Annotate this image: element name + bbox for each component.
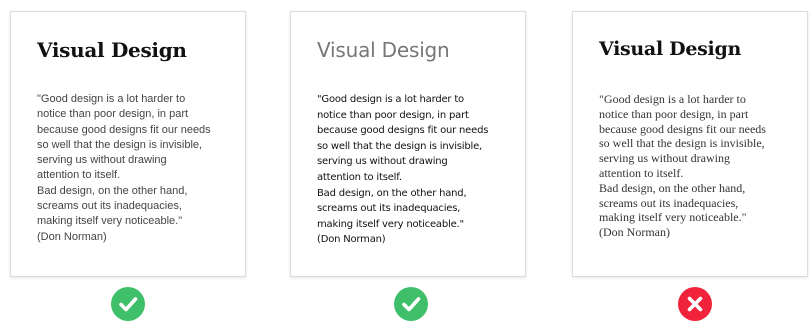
card-quote: "Good design is a lot harder to notice t… <box>37 93 211 243</box>
check-icon <box>111 287 145 321</box>
cross-icon <box>678 287 712 321</box>
check-icon <box>394 287 428 321</box>
example-card-bad: Visual Design "Good design is a lot hard… <box>572 11 808 277</box>
card-title: Visual Design <box>37 38 187 62</box>
card-quote: "Good design is a lot harder to notice t… <box>317 94 489 246</box>
card-title: Visual Design <box>317 38 450 62</box>
card-quote: "Good design is a lot harder to notice t… <box>599 92 766 240</box>
example-card-good-1: Visual Design "Good design is a lot hard… <box>10 11 246 277</box>
example-card-good-2: Visual Design "Good design is a lot hard… <box>290 11 526 277</box>
card-title: Visual Design <box>599 38 741 60</box>
